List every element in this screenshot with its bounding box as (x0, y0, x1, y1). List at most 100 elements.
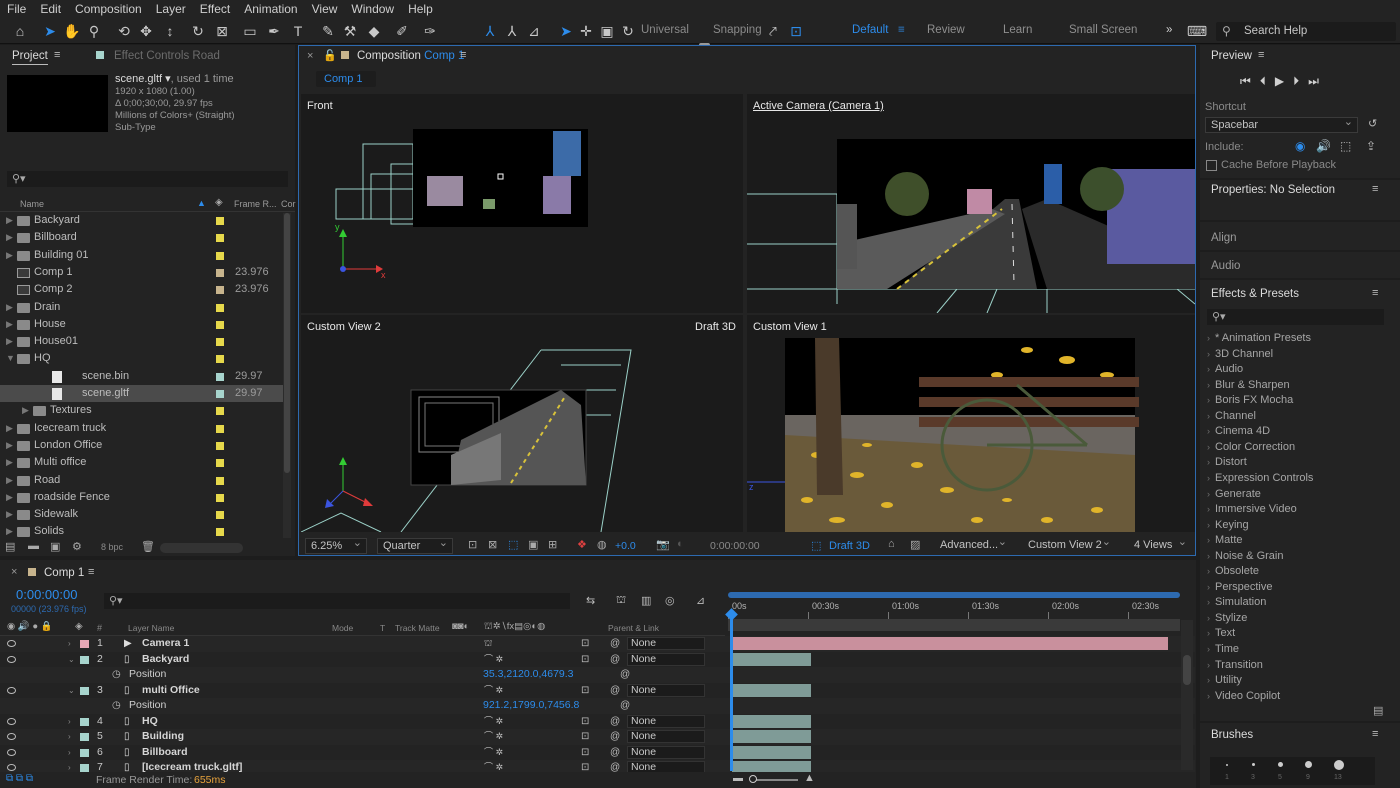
comp-timecode[interactable]: 0:00:00:00 (710, 540, 760, 552)
timeline-timecode[interactable]: 0:00:00:00 (16, 587, 77, 602)
project-settings-icon[interactable]: ⚙ (72, 540, 82, 553)
label-swatch[interactable] (216, 303, 224, 312)
composition-tab[interactable]: Composition Comp 1 (357, 50, 464, 62)
brush-tip-13[interactable] (1334, 760, 1344, 770)
effects-category[interactable]: › Expression Controls (1207, 471, 1313, 487)
effects-category[interactable]: › Simulation (1207, 595, 1266, 611)
timeline-scrollbar-thumb[interactable] (1183, 655, 1191, 685)
last-frame-icon[interactable]: ⏭ (1308, 74, 1328, 88)
brushes-menu-icon[interactable]: ≡ (1372, 728, 1378, 740)
label-swatch[interactable] (216, 511, 224, 520)
pick-whip-icon[interactable]: @ (610, 745, 620, 761)
region-of-interest-icon[interactable]: ⬚ (508, 538, 518, 551)
layer-name[interactable]: Camera 1 (142, 636, 189, 652)
label-swatch[interactable] (216, 251, 224, 260)
project-scrollbar[interactable] (283, 213, 291, 538)
parent-dropdown[interactable]: None (627, 683, 705, 697)
column-name[interactable]: Name (20, 199, 44, 209)
layer-name[interactable]: [Icecream truck.gltf] (142, 760, 242, 772)
effects-category[interactable]: › Utility (1207, 673, 1242, 689)
3d-layer-icon[interactable]: ⊡ (581, 714, 589, 730)
chevron-right-icon[interactable]: ▶ (6, 472, 13, 489)
pen-tool-icon[interactable]: ✒ (264, 21, 284, 41)
layer-switches[interactable]: ⌒ ✲ (484, 652, 503, 668)
label-swatch[interactable] (216, 234, 224, 243)
timeline-tab[interactable]: Comp 1 (44, 567, 84, 579)
universal-select-icon[interactable]: ➤ (556, 21, 576, 41)
layer-switches[interactable]: ⌒ ✲ (484, 745, 503, 761)
parent-dropdown[interactable]: None (627, 637, 705, 650)
3d-layer-icon[interactable]: ⊡ (581, 729, 589, 745)
viewport-active-camera[interactable]: Active Camera (Camera 1) (747, 94, 1195, 313)
visibility-eye-icon[interactable] (7, 686, 16, 694)
pick-whip-icon[interactable]: @ (610, 729, 620, 745)
layer-name[interactable]: Backyard (142, 652, 189, 668)
zoom-in-icon[interactable]: ▲ (804, 772, 815, 784)
resolution-dropdown[interactable]: Quarter (377, 536, 453, 554)
menu-effect[interactable]: Effect (193, 0, 237, 18)
rotate-tool-icon[interactable]: ↻ (188, 21, 208, 41)
effects-category[interactable]: › Video Copilot (1207, 689, 1280, 705)
layer-name[interactable]: Billboard (142, 745, 188, 761)
label-swatch[interactable] (216, 338, 224, 347)
audio-panel[interactable]: Audio (1200, 252, 1400, 278)
close-tab-icon[interactable]: × (307, 50, 313, 62)
brush-tips-grid[interactable]: 1 3 5 9 13 (1210, 757, 1375, 785)
label-swatch[interactable] (216, 528, 224, 537)
3d-layer-icon[interactable]: ⊡ (581, 683, 589, 699)
label-swatch[interactable] (216, 372, 224, 381)
effects-category[interactable]: › Keying (1207, 518, 1249, 534)
project-item[interactable]: ▶ Solids (0, 523, 290, 540)
chevron-right-icon[interactable]: ▶ (6, 333, 13, 350)
effects-category[interactable]: › Stylize (1207, 611, 1247, 627)
layer-duration-bar[interactable] (732, 745, 811, 759)
property-value[interactable]: 921.2,1799.0,7456.8 (483, 698, 579, 714)
universal-move-icon[interactable]: ✛ (576, 21, 596, 41)
play-icon[interactable]: ▶ (1275, 74, 1293, 88)
delete-icon[interactable]: 🗑 (141, 540, 155, 553)
workspace-small-screen[interactable]: Small Screen (1069, 24, 1137, 36)
timeline-navigator[interactable] (728, 619, 1180, 631)
layer-row[interactable]: › 1 ▶ Camera 1 ⛫ ⊡ @ None (0, 636, 1195, 652)
effects-category[interactable]: › Distort (1207, 455, 1247, 471)
effects-category[interactable]: › Audio (1207, 362, 1243, 378)
effects-category[interactable]: › Matte (1207, 533, 1243, 549)
chevron-right-icon[interactable]: ▶ (6, 247, 13, 264)
effects-category[interactable]: › Generate (1207, 487, 1261, 503)
project-item[interactable]: ▶ Drain (0, 299, 290, 316)
shortcut-dropdown[interactable]: Spacebar (1205, 115, 1358, 133)
menu-edit[interactable]: Edit (33, 0, 68, 18)
chevron-right-icon[interactable]: ▶ (6, 523, 13, 540)
world-axis-icon[interactable]: ⅄ (502, 21, 522, 41)
viewport-custom-view-2[interactable]: Custom View 2 (301, 315, 743, 532)
include-audio-icon[interactable]: 🔊 (1316, 139, 1331, 153)
time-zoom-slider[interactable] (750, 779, 798, 781)
effects-category[interactable]: › Color Correction (1207, 440, 1295, 456)
first-frame-icon[interactable]: ⏮ (1240, 74, 1260, 88)
effects-category[interactable]: › Noise & Grain (1207, 549, 1283, 565)
chevron-right-icon[interactable]: ▶ (6, 506, 13, 523)
pick-whip-icon[interactable]: @ (610, 760, 620, 772)
layer-switches[interactable]: ⌒ ✲ (484, 683, 503, 699)
graph-editor-icon[interactable]: ⊿ (696, 594, 705, 607)
chevron-right-icon[interactable]: ▶ (22, 402, 29, 419)
label-swatch[interactable] (216, 476, 224, 485)
visibility-eye-icon[interactable] (7, 717, 16, 725)
layer-switches[interactable]: ⌒ ✲ (484, 714, 503, 730)
layer-duration-bar[interactable] (732, 637, 1168, 650)
new-composition-icon[interactable]: ▣ (50, 540, 60, 553)
orbit-tool-icon[interactable]: ⟲ (114, 21, 134, 41)
layer-switches[interactable]: ⛫ (484, 636, 492, 652)
label-swatch[interactable] (216, 424, 224, 433)
selection-tool-icon[interactable]: ➤ (40, 21, 60, 41)
layer-duration-bar[interactable] (732, 714, 811, 728)
label-swatch[interactable] (216, 441, 224, 450)
new-preset-icon[interactable]: ▤ (1373, 704, 1383, 717)
type-tool-icon[interactable]: T (288, 21, 308, 41)
menu-help[interactable]: Help (401, 0, 440, 18)
viewport-custom-view-1[interactable]: Draft 3D Custom View 1 z (695, 315, 1195, 532)
parent-dropdown[interactable]: None (627, 714, 705, 728)
project-item[interactable]: ▶ House01 (0, 333, 290, 350)
snap-grid-icon[interactable]: ⊡ (786, 21, 806, 41)
layer-name[interactable]: Building (142, 729, 184, 745)
